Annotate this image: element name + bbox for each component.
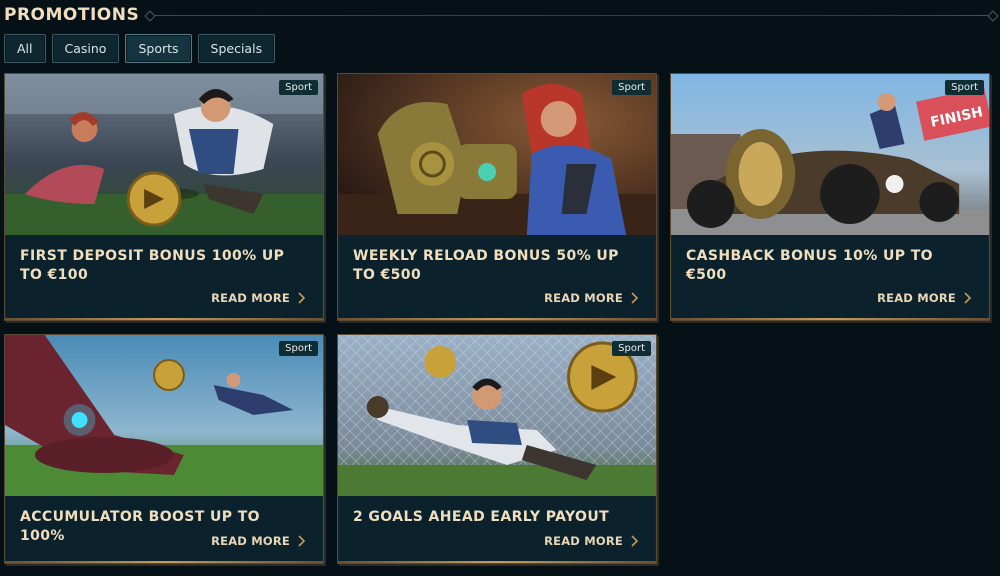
read-more-link[interactable]: READ MORE xyxy=(544,291,638,305)
tab-specials[interactable]: Specials xyxy=(197,34,276,63)
chevron-right-icon xyxy=(631,535,638,547)
tab-label: Casino xyxy=(64,41,107,56)
promo-card-accumulator-boost[interactable]: Sport Accumulator Boost up to 100% READ … xyxy=(4,334,324,564)
read-more-label: READ MORE xyxy=(544,291,623,305)
read-more-link[interactable]: READ MORE xyxy=(211,291,305,305)
category-badge: Sport xyxy=(945,80,984,95)
read-more-link[interactable]: READ MORE xyxy=(877,291,971,305)
read-more-label: READ MORE xyxy=(211,534,290,548)
promo-title: 2 Goals Ahead Early Payout xyxy=(353,509,610,525)
chevron-right-icon xyxy=(298,535,305,547)
category-badge: Sport xyxy=(279,80,318,95)
tab-casino[interactable]: Casino xyxy=(51,34,120,63)
title-divider xyxy=(149,14,994,16)
promo-image: Sport xyxy=(5,74,323,235)
tab-label: Sports xyxy=(138,41,179,56)
promo-title: First Deposit Bonus 100% up to €100 xyxy=(20,248,285,283)
read-more-label: READ MORE xyxy=(544,534,623,548)
promo-card-early-payout[interactable]: Sport 2 Goals Ahead Early Payout READ MO… xyxy=(337,334,657,564)
promo-title: Weekly Reload Bonus 50% up to €500 xyxy=(353,248,619,283)
promo-image: Sport xyxy=(338,335,656,496)
promotions-page: PROMOTIONS All Casino Sports Specials Sp… xyxy=(0,0,1000,576)
promo-card-cashback[interactable]: FINISH Sport Cashback Bonus 10% up to €5… xyxy=(670,73,990,321)
promo-image: Sport xyxy=(338,74,656,235)
promo-image: Sport xyxy=(5,335,323,496)
promo-title: Cashback Bonus 10% up to €500 xyxy=(686,248,933,283)
tab-label: All xyxy=(17,41,33,56)
tab-all[interactable]: All xyxy=(4,34,46,63)
read-more-link[interactable]: READ MORE xyxy=(544,534,638,548)
page-header: PROMOTIONS xyxy=(4,4,994,26)
chevron-right-icon xyxy=(298,292,305,304)
read-more-label: READ MORE xyxy=(211,291,290,305)
category-badge: Sport xyxy=(612,80,651,95)
category-badge: Sport xyxy=(279,341,318,356)
promo-card-weekly-reload[interactable]: Sport Weekly Reload Bonus 50% up to €500… xyxy=(337,73,657,321)
category-badge: Sport xyxy=(612,341,651,356)
promo-image: FINISH Sport xyxy=(671,74,989,235)
chevron-right-icon xyxy=(631,292,638,304)
page-title: PROMOTIONS xyxy=(4,5,140,25)
filter-tabs: All Casino Sports Specials xyxy=(4,34,276,63)
read-more-link[interactable]: READ MORE xyxy=(211,534,305,548)
read-more-label: READ MORE xyxy=(877,291,956,305)
tab-label: Specials xyxy=(210,41,263,56)
promo-card-first-deposit[interactable]: Sport First Deposit Bonus 100% up to €10… xyxy=(4,73,324,321)
chevron-right-icon xyxy=(964,292,971,304)
tab-sports[interactable]: Sports xyxy=(125,34,192,63)
